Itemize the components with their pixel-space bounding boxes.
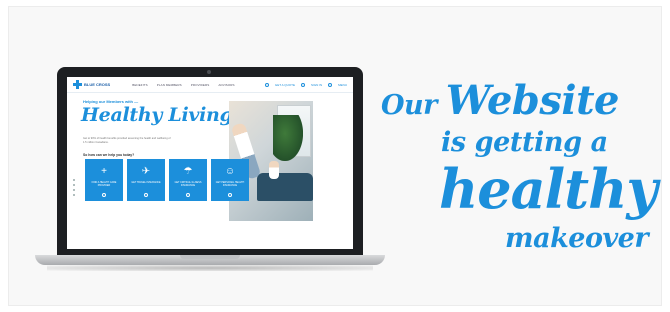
banner-frame: BLUE CROSS BENEFITS PLAN MEMBERS PROVIDE…: [8, 6, 662, 306]
search-icon[interactable]: [328, 82, 333, 87]
tile-label: Find a Health Care Provider: [91, 181, 117, 187]
arrow-circle-icon: [228, 193, 232, 197]
social-dots: [73, 179, 75, 196]
camera-icon: [207, 70, 211, 74]
social-dot[interactable]: [73, 194, 75, 196]
laptop: BLUE CROSS BENEFITS PLAN MEMBERS PROVIDE…: [35, 67, 385, 273]
nav-item-plan-members[interactable]: PLAN MEMBERS: [157, 83, 182, 87]
site-nav: BENEFITS PLAN MEMBERS PROVIDERS ADVISORS: [132, 83, 234, 87]
laptop-notch: [180, 255, 240, 259]
photo-child: [269, 161, 279, 179]
person-icon: ☺: [224, 166, 236, 177]
photo-plant: [273, 115, 303, 161]
menu-button[interactable]: MENU: [338, 83, 347, 87]
site-logo[interactable]: BLUE CROSS: [73, 80, 110, 89]
social-dot[interactable]: [73, 189, 75, 191]
headline-website: Website: [445, 77, 620, 124]
arrow-circle-icon: [144, 193, 148, 197]
tile-travel-insurance[interactable]: ✈ Get Travel Insurance: [127, 159, 165, 201]
headline-line-1: Our Website: [381, 77, 620, 124]
laptop-screen: BLUE CROSS BENEFITS PLAN MEMBERS PROVIDE…: [67, 77, 353, 249]
nav-item-providers[interactable]: PROVIDERS: [191, 83, 210, 87]
headline-line-2: is getting a: [441, 127, 608, 158]
laptop-lid: BLUE CROSS BENEFITS PLAN MEMBERS PROVIDE…: [57, 67, 363, 257]
hero-question: So how can we help you today?: [83, 153, 135, 157]
quote-icon: [264, 82, 269, 87]
plus-icon: +: [101, 166, 107, 177]
headline-line-4: makeover: [505, 223, 649, 254]
user-icon: [300, 82, 305, 87]
sign-in-link[interactable]: SIGN IN: [311, 83, 322, 87]
logo-text: BLUE CROSS: [84, 81, 111, 87]
arrow-circle-icon: [102, 193, 106, 197]
laptop-shadow: [47, 265, 373, 271]
tile-find-provider[interactable]: + Find a Health Care Provider: [85, 159, 123, 201]
plane-icon: ✈: [141, 166, 151, 177]
tile-personal-health[interactable]: ☺ Get Personal Health Insurance: [211, 159, 249, 201]
arrow-circle-icon: [186, 193, 190, 197]
photo-sofa: [257, 173, 313, 201]
social-dot[interactable]: [73, 184, 75, 186]
tile-label: Get Travel Insurance: [131, 181, 161, 184]
headline-line-3: healthy: [439, 157, 658, 221]
headline-our: Our: [381, 90, 446, 121]
tile-label: Get Personal Health Insurance: [215, 181, 245, 187]
hero-title: Healthy Living: [81, 104, 233, 126]
tile-critical-illness[interactable]: ☂ Get Critical Illness Insurance: [169, 159, 207, 201]
site-header: BLUE CROSS BENEFITS PLAN MEMBERS PROVIDE…: [67, 77, 353, 93]
headline: Our Website is getting a healthy makeove…: [381, 63, 670, 263]
tile-label: Get Critical Illness Insurance: [174, 181, 202, 187]
header-actions: GET A QUOTE SIGN IN MENU: [264, 82, 347, 87]
social-dot[interactable]: [73, 179, 75, 181]
cross-logo-icon: [73, 80, 82, 89]
nav-item-advisors[interactable]: ADVISORS: [218, 83, 234, 87]
nav-item-benefits[interactable]: BENEFITS: [132, 83, 147, 87]
service-tiles: + Find a Health Care Provider ✈ Get Trav…: [85, 159, 249, 201]
hero-description: Get to 90% of health benefits provided a…: [83, 137, 171, 144]
umbrella-icon: ☂: [183, 166, 193, 177]
get-quote-link[interactable]: GET A QUOTE: [275, 83, 295, 87]
